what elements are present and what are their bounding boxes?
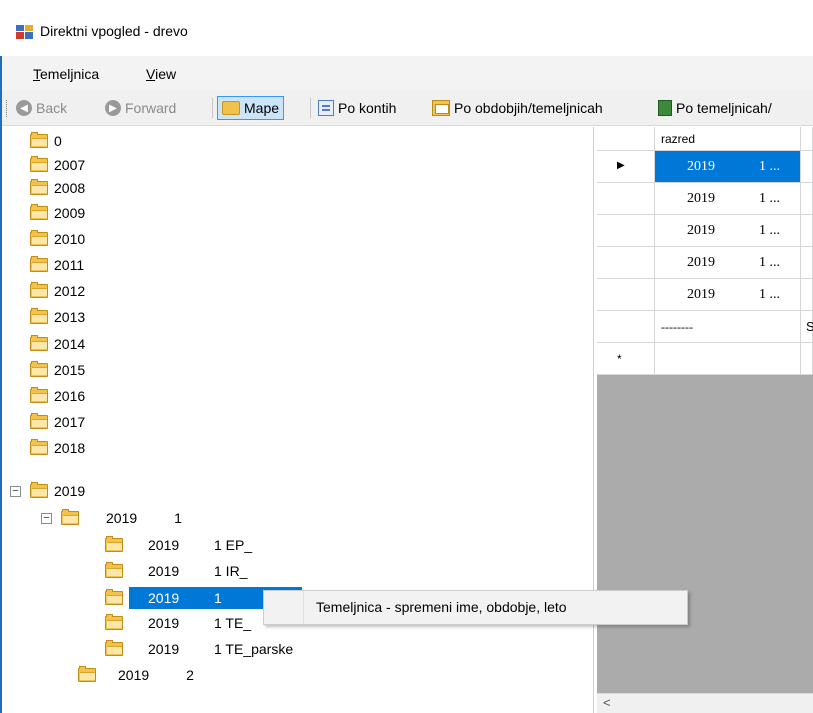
- folder-icon: [30, 179, 48, 195]
- grid-row-header[interactable]: [597, 311, 655, 343]
- folder-icon: [105, 536, 123, 552]
- collapse-toggle[interactable]: −: [10, 486, 21, 497]
- grid-cell[interactable]: S: [801, 311, 813, 343]
- folder-icon: [30, 439, 48, 455]
- grid-row-header[interactable]: [597, 279, 655, 311]
- grid-cell[interactable]: [801, 183, 813, 215]
- folder-icon: [30, 335, 48, 351]
- tree-leaf[interactable]: 2019 1 TE_: [105, 610, 251, 636]
- tree-node[interactable]: 2011: [30, 252, 84, 278]
- tree-leaf[interactable]: 2019 1 IR_: [105, 558, 247, 584]
- grid-row-header-new[interactable]: *: [597, 343, 655, 375]
- grid-row-header[interactable]: [597, 183, 655, 215]
- collapse-toggle[interactable]: −: [41, 513, 52, 524]
- toolbar-separator: [212, 98, 213, 118]
- grid-row-header[interactable]: [597, 247, 655, 279]
- folder-icon: [30, 413, 48, 429]
- folder-icon: [30, 204, 48, 220]
- grid-cell[interactable]: [801, 151, 813, 183]
- grid-row-header[interactable]: [597, 215, 655, 247]
- folder-icon: [222, 101, 240, 115]
- tree-node[interactable]: 2014: [30, 331, 85, 357]
- folder-icon: [105, 640, 123, 656]
- toolbar: ◀ Back ▶ Forward Mape Po kontih Po obdob…: [2, 90, 813, 126]
- menu-temeljnica[interactable]: Temeljnica: [33, 66, 99, 82]
- po-kontih-button[interactable]: Po kontih: [318, 96, 396, 120]
- folder-icon: [105, 562, 123, 578]
- tree-node-2019-2[interactable]: 2019 2: [78, 662, 194, 688]
- calendar-icon: [432, 100, 450, 116]
- grid-corner-header[interactable]: [597, 127, 655, 151]
- folder-icon: [61, 509, 79, 525]
- context-menu-item-rename[interactable]: Temeljnica - spremeni ime, obdobje, leto: [316, 599, 567, 615]
- grid-cell[interactable]: [801, 215, 813, 247]
- tree-node-2019[interactable]: 2019: [30, 478, 85, 504]
- data-grid[interactable]: razred ▶ 2019 1 ... 2019 1 ... 2019 1 ... 2…: [597, 127, 813, 713]
- folder-icon: [30, 387, 48, 403]
- grid-cell[interactable]: 2019 1 ...: [655, 247, 801, 279]
- grid-row-header[interactable]: ▶: [597, 151, 655, 183]
- folder-icon: [30, 256, 48, 272]
- tree-node[interactable]: 2015: [30, 357, 85, 383]
- tree-leaf[interactable]: 2019 1 EP_: [105, 532, 252, 558]
- current-row-indicator: ▶: [617, 160, 625, 171]
- mape-button[interactable]: Mape: [217, 96, 285, 120]
- menu-bar: Temeljnica View: [2, 56, 813, 90]
- folder-icon: [30, 230, 48, 246]
- toolbar-grip[interactable]: [6, 100, 9, 117]
- back-arrow-icon: ◀: [16, 100, 32, 116]
- grid-cell[interactable]: [801, 279, 813, 311]
- document-icon: [318, 100, 334, 116]
- tree-node[interactable]: 2016: [30, 383, 85, 409]
- folder-icon: [105, 589, 123, 605]
- grid-cell[interactable]: [801, 247, 813, 279]
- toolbar-separator: [310, 98, 311, 118]
- app-window-icon: [16, 25, 33, 39]
- forward-button[interactable]: ▶ Forward: [105, 96, 176, 120]
- tree-node[interactable]: 2008: [30, 175, 85, 201]
- menu-view[interactable]: View: [146, 66, 176, 82]
- tree-node[interactable]: 2010: [30, 226, 85, 252]
- horizontal-scrollbar[interactable]: <: [597, 693, 813, 713]
- grid-cell[interactable]: 2019 1 ...: [655, 151, 801, 183]
- tree-node[interactable]: 2018: [30, 435, 85, 461]
- grid-column-header[interactable]: [801, 127, 813, 151]
- context-menu: Temeljnica - spremeni ime, obdobje, leto: [263, 590, 688, 625]
- tree-node-2019-1[interactable]: 2019 1: [61, 505, 182, 531]
- tree-leaf[interactable]: 2019 1 TE_parske: [105, 636, 293, 662]
- tree-node[interactable]: 2009: [30, 200, 85, 226]
- grid-cell[interactable]: 2019 1 ...: [655, 279, 801, 311]
- folder-icon: [30, 132, 48, 148]
- grid-cell[interactable]: --------: [655, 311, 801, 343]
- grid-cell[interactable]: [655, 343, 801, 375]
- grid-cell[interactable]: 2019 1 ...: [655, 183, 801, 215]
- folder-icon: [30, 282, 48, 298]
- new-row-indicator: *: [617, 352, 622, 366]
- folder-icon: [30, 361, 48, 377]
- tree-node[interactable]: 2013: [30, 304, 85, 330]
- po-temeljnicah-button[interactable]: Po temeljnicah/: [658, 96, 772, 120]
- folder-icon: [105, 614, 123, 630]
- context-menu-icon-gutter: [264, 591, 304, 624]
- forward-arrow-icon: ▶: [105, 100, 121, 116]
- scroll-left-arrow-icon[interactable]: <: [603, 695, 611, 710]
- po-obdobjih-button[interactable]: Po obdobjih/temeljnicah: [432, 96, 603, 120]
- folder-icon: [30, 156, 48, 172]
- title-bar: Direktni vpogled - drevo: [0, 0, 813, 56]
- folder-tree[interactable]: 0 2007 2008 2009 2010 2011 2012 2013 201…: [10, 127, 594, 713]
- grid-column-header-razred[interactable]: razred: [655, 127, 801, 151]
- window-title: Direktni vpogled - drevo: [40, 23, 188, 39]
- book-icon: [658, 100, 672, 116]
- back-button[interactable]: ◀ Back: [16, 96, 67, 120]
- tree-node[interactable]: 0: [30, 128, 62, 154]
- tree-node[interactable]: 2017: [30, 409, 85, 435]
- folder-icon: [30, 482, 48, 498]
- grid-cell[interactable]: 2019 1 ...: [655, 215, 801, 247]
- folder-icon: [78, 666, 96, 682]
- grid-cell[interactable]: [801, 343, 813, 375]
- tree-node[interactable]: 2012: [30, 278, 85, 304]
- folder-icon: [30, 308, 48, 324]
